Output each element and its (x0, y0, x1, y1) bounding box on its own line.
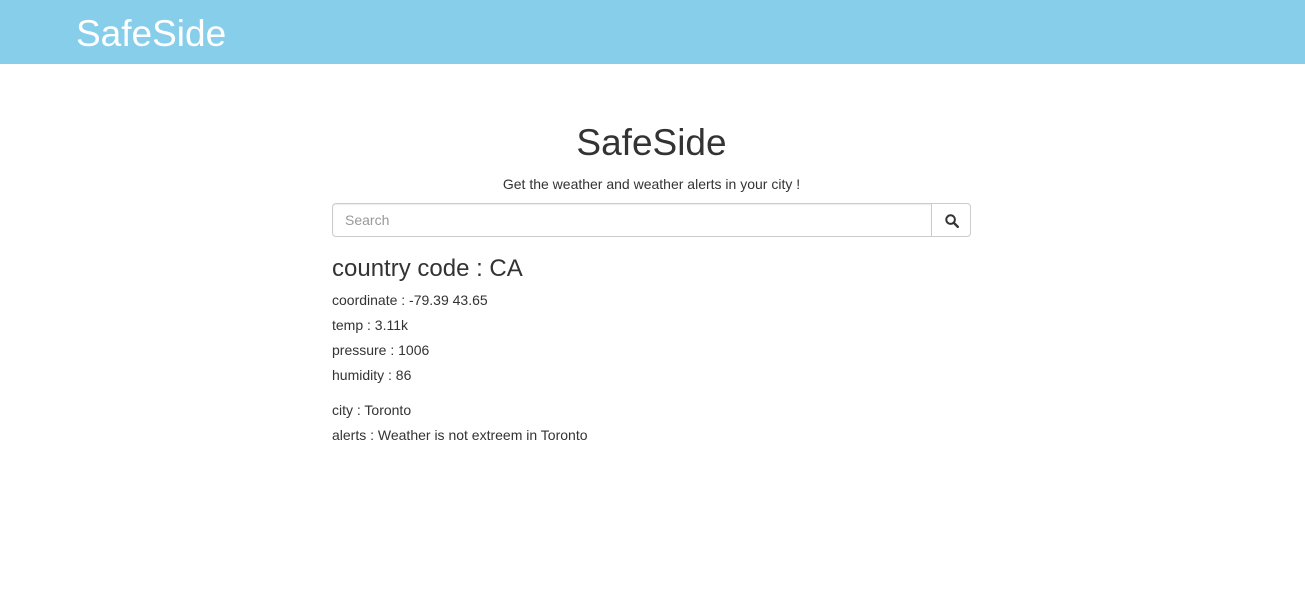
search-input[interactable] (332, 203, 932, 237)
pressure-text: pressure : 1006 (332, 342, 430, 358)
search-button[interactable] (931, 203, 971, 237)
search-icon (945, 214, 959, 228)
top-navbar: SafeSide (0, 0, 1305, 64)
humidity-text: humidity : 86 (332, 367, 412, 383)
navbar-brand[interactable]: SafeSide (76, 13, 226, 55)
page-title: SafeSide (576, 122, 727, 163)
page-subtitle: Get the weather and weather alerts in yo… (502, 176, 801, 192)
coordinate-text: coordinate : -79.39 43.65 (332, 292, 488, 308)
alerts-text: alerts : Weather is not extreem in Toron… (332, 427, 588, 443)
search-group (332, 203, 971, 237)
city-text: city : Toronto (332, 402, 412, 418)
temperature-text: temp : 3.11k (332, 317, 409, 333)
country-code: country code : CA (332, 255, 523, 282)
